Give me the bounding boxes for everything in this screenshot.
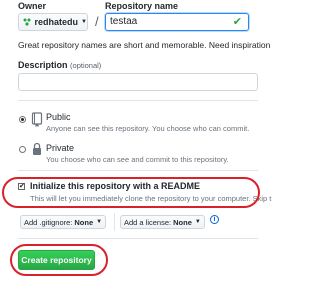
chevron-down-icon: ▼ bbox=[81, 19, 87, 25]
description-label-text: Description bbox=[18, 60, 68, 70]
gitignore-select[interactable]: Add .gitignore: None ▼ bbox=[20, 215, 107, 229]
avatar-icon bbox=[22, 17, 32, 27]
owner-name-separator: / bbox=[95, 14, 99, 29]
repository-name-input[interactable]: testaa ✔ bbox=[105, 13, 249, 31]
annotation-highlight-create bbox=[10, 244, 108, 276]
divider bbox=[18, 170, 258, 171]
private-title: Private bbox=[46, 143, 75, 153]
public-description: Anyone can see this repository. You choo… bbox=[46, 124, 250, 133]
owner-select[interactable]: redhatedu ▼ bbox=[18, 13, 88, 31]
check-icon: ✔ bbox=[232, 16, 242, 28]
public-title: Public bbox=[46, 112, 71, 122]
gitignore-value: None bbox=[74, 217, 94, 227]
annotation-highlight-readme bbox=[2, 177, 260, 208]
gitignore-prefix: Add .gitignore: bbox=[24, 217, 73, 227]
owner-value: redhatedu bbox=[34, 17, 79, 27]
info-icon[interactable]: i bbox=[210, 215, 219, 224]
description-label: Description (optional) bbox=[18, 60, 101, 70]
book-repo-icon bbox=[31, 112, 43, 127]
owner-label: Owner bbox=[18, 1, 47, 11]
chevron-down-icon: ▼ bbox=[96, 219, 103, 225]
license-select[interactable]: Add a license: None ▼ bbox=[120, 215, 205, 229]
divider bbox=[18, 100, 258, 101]
divider bbox=[18, 238, 258, 239]
private-radio[interactable] bbox=[19, 146, 26, 153]
divider-vertical bbox=[114, 213, 115, 231]
repository-name-label: Repository name bbox=[105, 1, 179, 11]
private-description: You choose who can see and commit to thi… bbox=[46, 155, 229, 164]
name-hint: Great repository names are short and mem… bbox=[18, 40, 271, 50]
chevron-down-icon: ▼ bbox=[194, 219, 201, 225]
repository-name-value: testaa bbox=[110, 16, 138, 27]
license-prefix: Add a license: bbox=[124, 217, 172, 227]
description-optional: (optional) bbox=[70, 61, 102, 70]
public-radio[interactable] bbox=[19, 116, 26, 123]
license-value: None bbox=[173, 217, 192, 227]
lock-repo-icon bbox=[33, 142, 41, 155]
description-input[interactable] bbox=[18, 73, 258, 91]
